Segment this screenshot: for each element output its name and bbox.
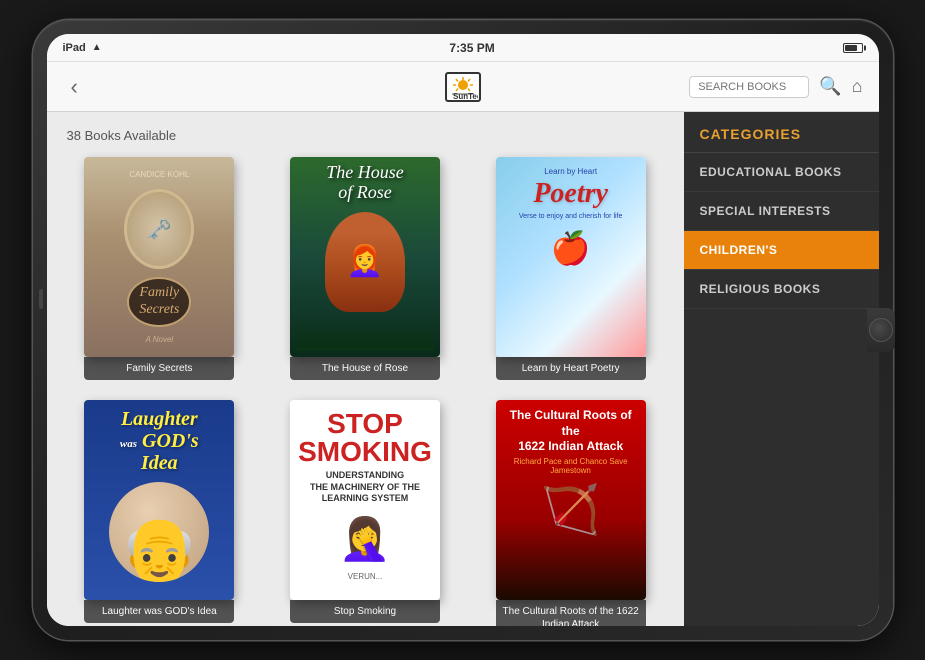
book-item-poetry[interactable]: Learn by Heart Poetry Verse to enjoy and… (478, 157, 664, 380)
book-item-house-of-rose[interactable]: The Houseof Rose 👩‍🦰 The House of Rose (272, 157, 458, 380)
screen: iPad ▲ 7:35 PM ‹ (47, 34, 879, 626)
book-cover-laughter: Laughterwas GOD'sIdea 👴 (84, 400, 234, 600)
search-input[interactable] (689, 76, 809, 98)
book-item-stop-smoking[interactable]: STOPSMOKING Understandingthe Machinery o… (272, 400, 458, 626)
battery-icon (843, 43, 863, 53)
sidebar-header: CATEGORIES (684, 112, 879, 153)
book-cover-poetry: Learn by Heart Poetry Verse to enjoy and… (496, 157, 646, 357)
suntec-logo-icon: SunTec (448, 74, 478, 100)
wifi-icon: ▲ (92, 42, 102, 53)
ipad-device: iPad ▲ 7:35 PM ‹ (33, 20, 893, 640)
book-item-laughter[interactable]: Laughterwas GOD'sIdea 👴 Laughter was GOD… (67, 400, 253, 626)
sidebar-item-childrens[interactable]: CHILDREN'S (684, 231, 879, 270)
book-label-family-secrets: Family Secrets (84, 357, 234, 380)
sidebar-item-religious[interactable]: RELIGIOUS BOOKS (684, 270, 879, 309)
home-button-right[interactable] (867, 308, 895, 352)
sidebar: CATEGORIES EDUCATIONAL BOOKS SPECIAL INT… (684, 112, 879, 626)
status-time: 7:35 PM (449, 41, 494, 55)
book-grid: CANDICE KOHL 🗝️ FamilySecrets A Novel Fa… (67, 157, 664, 626)
book-label-laughter: Laughter was GOD's Idea (84, 600, 234, 623)
books-count: 38 Books Available (67, 128, 664, 143)
book-label-house-of-rose: The House of Rose (290, 357, 440, 380)
brand-logo: SunTec (445, 72, 481, 102)
search-icon[interactable]: 🔍 (819, 76, 841, 97)
sidebar-title: CATEGORIES (700, 126, 863, 142)
home-icon[interactable]: ⌂ (852, 76, 863, 97)
back-button[interactable]: ‹ (63, 70, 86, 104)
device-name: iPad (63, 42, 86, 54)
main-content: 38 Books Available CANDICE KOHL 🗝️ Famil… (47, 112, 879, 626)
book-cover-indian-attack: The Cultural Roots of the1622 Indian Att… (496, 400, 646, 600)
book-cover-family-secrets: CANDICE KOHL 🗝️ FamilySecrets A Novel (84, 157, 234, 357)
book-label-indian-attack: The Cultural Roots of the 1622 Indian At… (496, 600, 646, 626)
book-label-poetry: Learn by Heart Poetry (496, 357, 646, 380)
book-cover-house-of-rose: The Houseof Rose 👩‍🦰 (290, 157, 440, 357)
sidebar-item-educational[interactable]: EDUCATIONAL BOOKS (684, 153, 879, 192)
book-area[interactable]: 38 Books Available CANDICE KOHL 🗝️ Famil… (47, 112, 684, 626)
svg-text:SunTec: SunTec (453, 92, 478, 100)
book-label-stop-smoking: Stop Smoking (290, 600, 440, 623)
nav-bar: ‹ (47, 62, 879, 112)
side-button[interactable] (39, 289, 43, 309)
nav-right: 🔍 ⌂ (689, 76, 862, 98)
book-cover-stop-smoking: STOPSMOKING Understandingthe Machinery o… (290, 400, 440, 600)
sidebar-item-special-interests[interactable]: SPECIAL INTERESTS (684, 192, 879, 231)
status-bar: iPad ▲ 7:35 PM (47, 34, 879, 62)
book-item-family-secrets[interactable]: CANDICE KOHL 🗝️ FamilySecrets A Novel Fa… (67, 157, 253, 380)
book-item-indian-attack[interactable]: The Cultural Roots of the1622 Indian Att… (478, 400, 664, 626)
